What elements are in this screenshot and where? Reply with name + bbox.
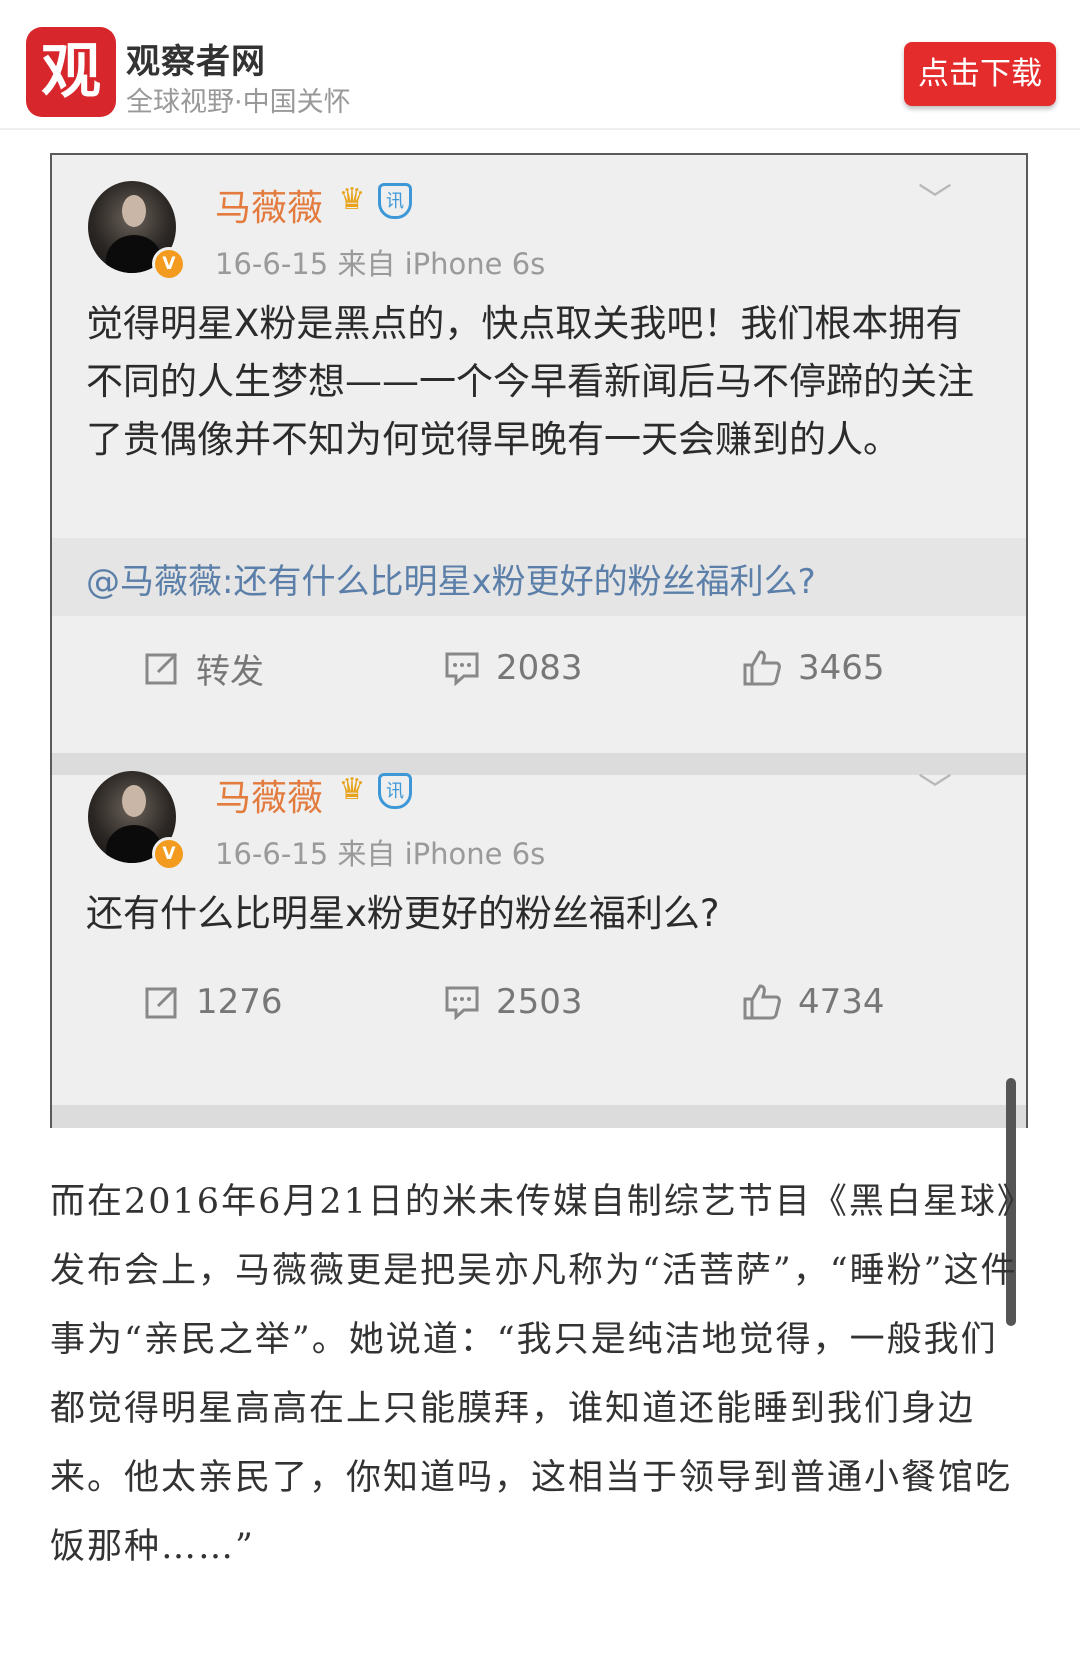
- quoted-text: @马薇薇:还有什么比明星x粉更好的粉丝福利么?: [86, 562, 816, 602]
- comment-icon: [445, 986, 479, 1020]
- brand-name: 观察者网: [126, 42, 266, 82]
- app-logo: 观: [26, 27, 116, 117]
- brand-slogan: 全球视野·中国关怀: [126, 87, 351, 118]
- verified-icon: V: [152, 837, 186, 871]
- like-button[interactable]: 4734: [742, 967, 885, 1037]
- crown-icon: ♛: [338, 182, 366, 217]
- shield-icon: 讯: [378, 773, 412, 809]
- like-button[interactable]: 3465: [742, 633, 885, 703]
- comment-button[interactable]: 2083: [444, 633, 583, 703]
- weibo-screenshot: V 马薇薇 ♛ 讯 ﹀ 16-6-15 来自 iPhone 6s 觉得明星X粉是…: [50, 153, 1028, 1128]
- shield-icon: 讯: [378, 183, 412, 219]
- action-bar: 转发 2083 3465: [52, 633, 1026, 703]
- thumbs-up-icon: [743, 984, 781, 1020]
- crown-icon: ♛: [338, 772, 366, 807]
- verified-icon: V: [152, 247, 186, 281]
- divider: [52, 1105, 1026, 1128]
- post-meta: 16-6-15 来自 iPhone 6s: [215, 837, 546, 871]
- comment-count: 2503: [496, 982, 583, 1022]
- username[interactable]: 马薇薇: [215, 769, 323, 821]
- repost-button[interactable]: 1276: [144, 967, 283, 1037]
- app-banner: 观 观察者网 全球视野·中国关怀 点击下载: [0, 0, 1080, 130]
- thumbs-up-icon: [743, 650, 781, 686]
- comment-count: 2083: [496, 648, 583, 688]
- comment-button[interactable]: 2503: [444, 967, 583, 1037]
- username[interactable]: 马薇薇: [215, 179, 323, 231]
- article-paragraph: 而在2016年6月21日的米未传媒自制综艺节目《黑白星球》发布会上，马薇薇更是把…: [50, 1182, 1018, 1567]
- chevron-down-icon[interactable]: ﹀: [918, 173, 952, 222]
- like-count: 4734: [798, 982, 885, 1022]
- chevron-down-icon[interactable]: ﹀: [918, 763, 952, 812]
- comment-icon: [445, 652, 479, 686]
- post-meta: 16-6-15 来自 iPhone 6s: [215, 247, 546, 281]
- repost-button[interactable]: 转发: [144, 633, 264, 703]
- download-button[interactable]: 点击下载: [904, 42, 1056, 106]
- repost-label: 转发: [196, 651, 264, 692]
- like-count: 3465: [798, 648, 885, 688]
- weibo-post: V 马薇薇 ♛ 讯 ﹀ 16-6-15 来自 iPhone 6s 还有什么比明星…: [52, 771, 1026, 1105]
- repost-count: 1276: [196, 982, 283, 1022]
- post-text: 觉得明星X粉是黑点的，快点取关我吧！我们根本拥有不同的人生梦想——一个今早看新闻…: [86, 302, 974, 461]
- weibo-post: V 马薇薇 ♛ 讯 ﹀ 16-6-15 来自 iPhone 6s 觉得明星X粉是…: [52, 155, 1026, 753]
- divider: [52, 753, 1026, 775]
- edit-icon: [145, 652, 178, 685]
- quoted-post[interactable]: @马薇薇:还有什么比明星x粉更好的粉丝福利么?: [52, 538, 1026, 616]
- post-text: 还有什么比明星x粉更好的粉丝福利么?: [86, 892, 720, 935]
- action-bar: 1276 2503 4734: [52, 967, 1026, 1037]
- edit-icon: [145, 986, 178, 1019]
